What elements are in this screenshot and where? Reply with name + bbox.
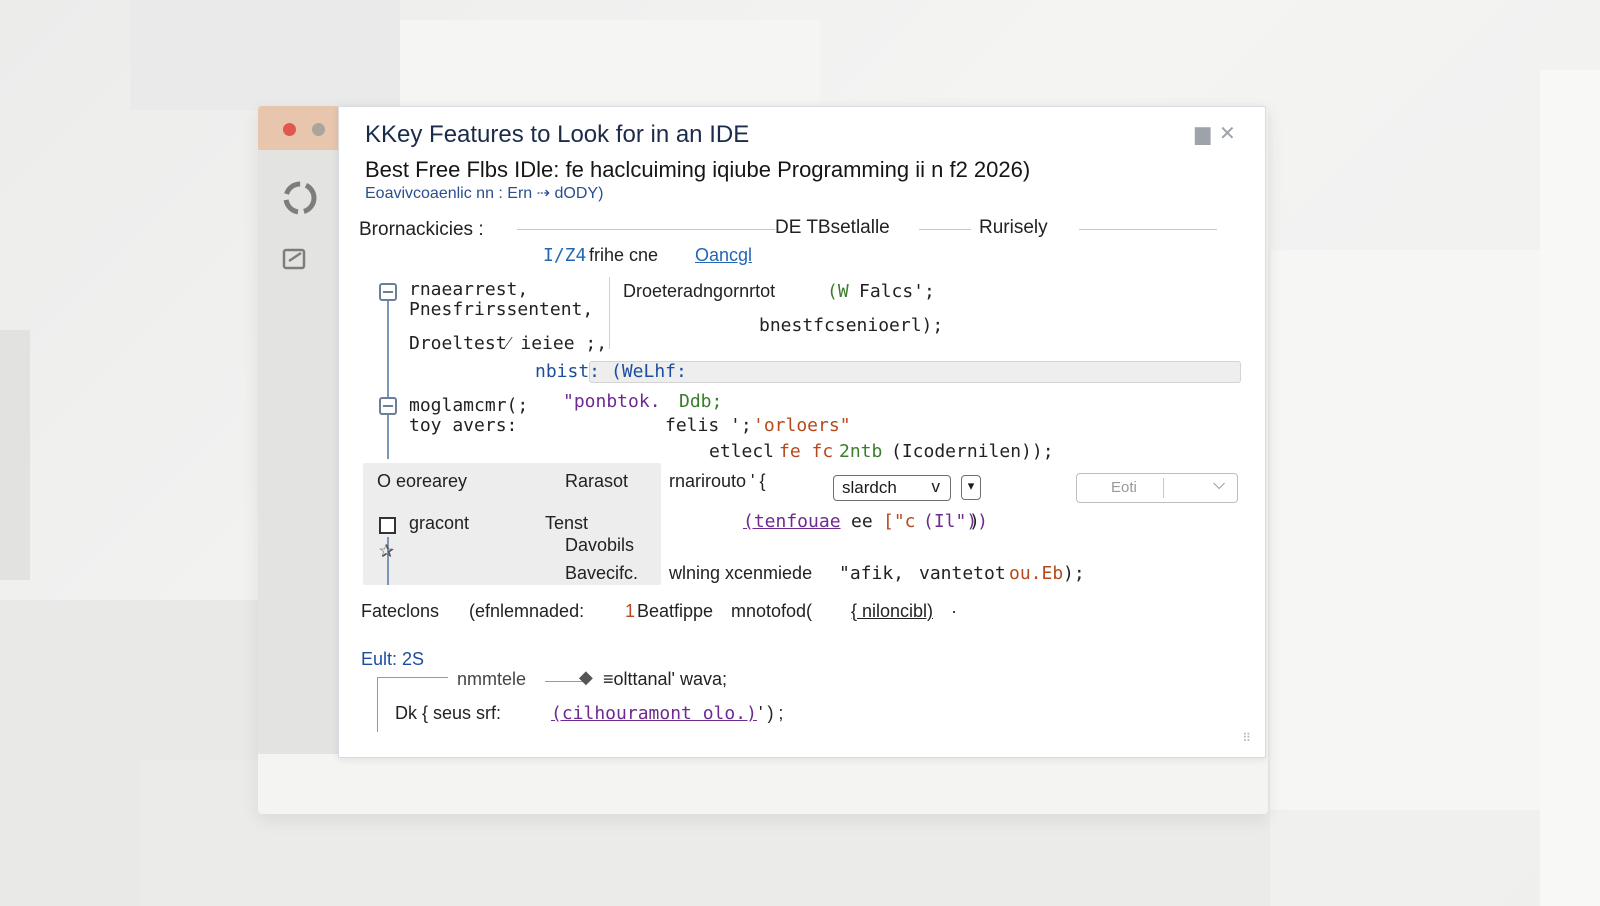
code-line: moglamcmr(; xyxy=(409,395,529,416)
code-token: vantetot xyxy=(919,563,1006,584)
layout-icon[interactable]: I/Z4 xyxy=(543,245,586,266)
restore-icon[interactable]: ▆ xyxy=(1195,121,1210,146)
page-title: KKey Features to Look for in an IDE xyxy=(365,121,750,148)
code-token: (Icodernilen)); xyxy=(891,441,1054,462)
fold-toggle[interactable] xyxy=(379,283,397,301)
column-divider xyxy=(609,277,610,349)
code-token: 'orloers" xyxy=(753,415,851,436)
cancel-link[interactable]: Oancgl xyxy=(695,245,752,266)
features-arg[interactable]: { niloncibl) xyxy=(851,601,933,622)
code-token: etlecl xyxy=(709,441,775,462)
sidebar xyxy=(258,150,338,754)
divider xyxy=(517,229,775,230)
section-label: Brornackicies : xyxy=(359,219,484,240)
resize-grip-icon[interactable]: ⠿ xyxy=(1242,731,1251,745)
option-value: Bavecifc. xyxy=(565,563,639,583)
chevron-down-icon: ⌵ xyxy=(1213,476,1226,493)
code-line: rnaearrest, xyxy=(409,279,529,300)
minimize-window-dot[interactable] xyxy=(312,123,325,136)
code-line: Dk { seus srf: xyxy=(395,703,502,723)
code-line: Droeteradngornrtot xyxy=(623,281,776,301)
tree-node: ≡olttanal' wava; xyxy=(603,669,728,689)
page-subtitle: Best Free Flbs IDle: fe haclcuiming iqiu… xyxy=(365,157,1031,182)
code-token[interactable]: (cilhouramont olo.) xyxy=(551,703,757,724)
features-arg: 1 xyxy=(625,601,636,621)
background-panel xyxy=(0,330,30,580)
code-token: Ddb; xyxy=(679,391,723,412)
code-token: ' ) ; xyxy=(759,703,784,723)
code-line: wlning xcenmiede xyxy=(669,563,813,583)
tree-node: nmmtele xyxy=(457,669,527,689)
code-line: bnestfcsenioerl); xyxy=(759,315,944,336)
code-token: "afik, xyxy=(839,563,905,584)
code-line: toy avers: xyxy=(409,415,518,436)
features-arg: Beatfippe xyxy=(637,601,714,621)
code-token: ) xyxy=(969,511,980,532)
features-tail: · xyxy=(951,601,957,621)
code-token: felis '; xyxy=(665,415,752,436)
option-label: gracont xyxy=(409,513,470,533)
connector xyxy=(545,681,583,682)
option-value: Rarasot xyxy=(565,471,629,491)
code-token: ou.Eb xyxy=(1009,563,1064,584)
column-header: DE TBsetlalle xyxy=(775,217,890,238)
mini-dropdown-button[interactable]: ▾ xyxy=(961,475,981,500)
code-line: rnarirouto ' { xyxy=(669,471,766,491)
features-arg: (efnlemnaded: xyxy=(469,601,585,621)
background-panel xyxy=(130,0,400,110)
code-token: ee xyxy=(851,511,873,532)
dropdown-value: Eoti xyxy=(1111,479,1137,496)
code-token: nbist: xyxy=(535,361,601,382)
diamond-icon: ◆ xyxy=(579,667,593,687)
features-label: Fateclons xyxy=(361,601,440,621)
chevron-down-icon: v xyxy=(931,477,941,496)
code-line: Pnesfrirssentent, xyxy=(409,299,594,320)
select-value: slardch xyxy=(842,478,897,497)
option-checkbox[interactable] xyxy=(379,517,396,534)
refresh-icon[interactable] xyxy=(280,178,320,223)
fold-toggle[interactable] xyxy=(379,397,397,415)
bottom-label: Eult: 2S xyxy=(361,649,425,669)
code-line: Droeltest⁄ ieiee ;, xyxy=(409,333,608,354)
divider xyxy=(1163,478,1164,498)
option-value: Tenst xyxy=(545,513,589,533)
filter-dropdown[interactable]: Eoti ⌵ xyxy=(1076,473,1238,503)
fold-guide xyxy=(387,297,389,459)
option-value: Davobils xyxy=(565,535,635,555)
code-token: "ponbtok. xyxy=(563,391,661,412)
document-panel: KKey Features to Look for in an IDE Best… xyxy=(338,106,1266,758)
code-token: fe fc xyxy=(779,441,834,462)
option-label: O eorearey xyxy=(377,471,468,491)
code-token: 2ntb xyxy=(839,441,883,462)
window-titlebar xyxy=(258,106,338,150)
close-window-dot[interactable] xyxy=(283,123,296,136)
close-icon[interactable]: ✕ xyxy=(1219,121,1236,146)
features-arg: mnotofod( xyxy=(731,601,813,621)
code-token: (WeLhf: xyxy=(611,361,687,382)
divider xyxy=(919,229,971,230)
background-panel xyxy=(1540,70,1600,906)
code-token: (W xyxy=(827,281,849,302)
background-panel xyxy=(400,20,820,110)
search-select[interactable]: slardch v xyxy=(833,475,951,501)
code-token[interactable]: (tenfouae xyxy=(743,511,841,532)
edit-icon[interactable] xyxy=(280,244,310,279)
breadcrumb: Eoavivcoaenlic nn : Ern ⇢ dODY) xyxy=(365,185,604,202)
pin-icon[interactable]: ✰ xyxy=(379,541,394,562)
code-token: ["c xyxy=(883,511,916,532)
code-token: Falcs'; xyxy=(859,281,935,302)
code-token: ); xyxy=(1063,563,1085,584)
divider xyxy=(1079,229,1217,230)
column-header: Rurisely xyxy=(979,217,1048,238)
toolbar-text: frihe cne xyxy=(589,245,659,265)
